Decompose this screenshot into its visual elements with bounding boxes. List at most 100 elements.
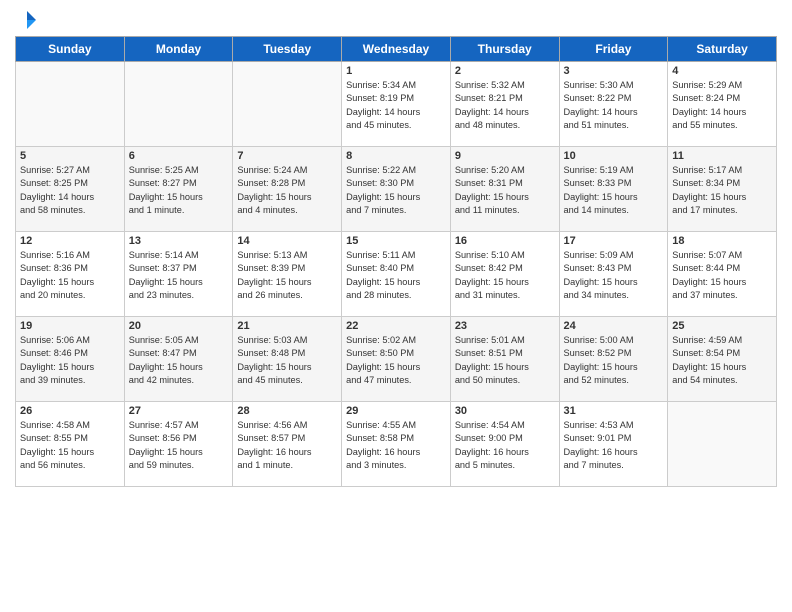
calendar-header-row: SundayMondayTuesdayWednesdayThursdayFrid… [16,37,777,62]
calendar-cell: 5 Sunrise: 5:27 AMSunset: 8:25 PMDaylight… [16,147,125,232]
calendar-cell: 25 Sunrise: 4:59 AMSunset: 8:54 PMDayligh… [668,317,777,402]
calendar-cell [233,62,342,147]
day-number: 28 [237,405,337,417]
day-info: Sunrise: 5:09 AMSunset: 8:43 PMDaylight:… [564,249,664,302]
calendar-header-monday: Monday [124,37,233,62]
calendar-cell: 26 Sunrise: 4:58 AMSunset: 8:55 PMDayligh… [16,402,125,487]
day-info: Sunrise: 4:58 AMSunset: 8:55 PMDaylight:… [20,419,120,472]
day-number: 6 [129,150,229,162]
day-info: Sunrise: 4:55 AMSunset: 8:58 PMDaylight:… [346,419,446,472]
day-info: Sunrise: 5:25 AMSunset: 8:27 PMDaylight:… [129,164,229,217]
calendar-cell: 13 Sunrise: 5:14 AMSunset: 8:37 PMDayligh… [124,232,233,317]
day-info: Sunrise: 5:06 AMSunset: 8:46 PMDaylight:… [20,334,120,387]
calendar-cell: 7 Sunrise: 5:24 AMSunset: 8:28 PMDaylight… [233,147,342,232]
day-info: Sunrise: 5:30 AMSunset: 8:22 PMDaylight:… [564,79,664,132]
day-number: 1 [346,65,446,77]
day-number: 30 [455,405,555,417]
day-info: Sunrise: 5:01 AMSunset: 8:51 PMDaylight:… [455,334,555,387]
calendar-cell: 9 Sunrise: 5:20 AMSunset: 8:31 PMDaylight… [450,147,559,232]
day-number: 31 [564,405,664,417]
calendar-cell: 3 Sunrise: 5:30 AMSunset: 8:22 PMDaylight… [559,62,668,147]
day-info: Sunrise: 5:11 AMSunset: 8:40 PMDaylight:… [346,249,446,302]
calendar-cell [124,62,233,147]
day-info: Sunrise: 5:05 AMSunset: 8:47 PMDaylight:… [129,334,229,387]
day-number: 19 [20,320,120,332]
day-info: Sunrise: 4:53 AMSunset: 9:01 PMDaylight:… [564,419,664,472]
day-number: 12 [20,235,120,247]
day-number: 18 [672,235,772,247]
day-number: 11 [672,150,772,162]
header [15,10,777,30]
day-info: Sunrise: 5:27 AMSunset: 8:25 PMDaylight:… [20,164,120,217]
day-info: Sunrise: 5:34 AMSunset: 8:19 PMDaylight:… [346,79,446,132]
logo-flag-icon [17,10,37,30]
calendar-cell: 1 Sunrise: 5:34 AMSunset: 8:19 PMDaylight… [342,62,451,147]
day-info: Sunrise: 4:54 AMSunset: 9:00 PMDaylight:… [455,419,555,472]
day-number: 9 [455,150,555,162]
day-number: 4 [672,65,772,77]
calendar-cell [668,402,777,487]
day-number: 20 [129,320,229,332]
day-info: Sunrise: 4:57 AMSunset: 8:56 PMDaylight:… [129,419,229,472]
calendar-cell: 18 Sunrise: 5:07 AMSunset: 8:44 PMDayligh… [668,232,777,317]
day-info: Sunrise: 5:10 AMSunset: 8:42 PMDaylight:… [455,249,555,302]
calendar: SundayMondayTuesdayWednesdayThursdayFrid… [15,36,777,487]
calendar-week-row: 1 Sunrise: 5:34 AMSunset: 8:19 PMDaylight… [16,62,777,147]
calendar-week-row: 19 Sunrise: 5:06 AMSunset: 8:46 PMDayligh… [16,317,777,402]
day-info: Sunrise: 5:13 AMSunset: 8:39 PMDaylight:… [237,249,337,302]
day-info: Sunrise: 5:22 AMSunset: 8:30 PMDaylight:… [346,164,446,217]
calendar-cell: 8 Sunrise: 5:22 AMSunset: 8:30 PMDaylight… [342,147,451,232]
day-number: 13 [129,235,229,247]
day-number: 15 [346,235,446,247]
calendar-cell: 19 Sunrise: 5:06 AMSunset: 8:46 PMDayligh… [16,317,125,402]
day-info: Sunrise: 5:17 AMSunset: 8:34 PMDaylight:… [672,164,772,217]
calendar-week-row: 26 Sunrise: 4:58 AMSunset: 8:55 PMDayligh… [16,402,777,487]
day-number: 7 [237,150,337,162]
day-info: Sunrise: 5:24 AMSunset: 8:28 PMDaylight:… [237,164,337,217]
day-info: Sunrise: 4:56 AMSunset: 8:57 PMDaylight:… [237,419,337,472]
day-info: Sunrise: 5:32 AMSunset: 8:21 PMDaylight:… [455,79,555,132]
day-number: 14 [237,235,337,247]
day-info: Sunrise: 5:07 AMSunset: 8:44 PMDaylight:… [672,249,772,302]
calendar-cell: 6 Sunrise: 5:25 AMSunset: 8:27 PMDaylight… [124,147,233,232]
day-number: 26 [20,405,120,417]
calendar-cell: 21Sunrise: 5:03 AMSunset: 8:48 PMDayligh… [233,317,342,402]
day-info: Sunrise: 5:14 AMSunset: 8:37 PMDaylight:… [129,249,229,302]
day-info: Sunrise: 5:20 AMSunset: 8:31 PMDaylight:… [455,164,555,217]
calendar-cell: 22 Sunrise: 5:02 AMSunset: 8:50 PMDayligh… [342,317,451,402]
day-number: 3 [564,65,664,77]
calendar-cell: 2 Sunrise: 5:32 AMSunset: 8:21 PMDaylight… [450,62,559,147]
page: SundayMondayTuesdayWednesdayThursdayFrid… [0,0,792,612]
calendar-cell: 10Sunrise: 5:19 AMSunset: 8:33 PMDayligh… [559,147,668,232]
calendar-header-friday: Friday [559,37,668,62]
calendar-header-wednesday: Wednesday [342,37,451,62]
calendar-cell: 23 Sunrise: 5:01 AMSunset: 8:51 PMDayligh… [450,317,559,402]
calendar-cell: 27Sunrise: 4:57 AMSunset: 8:56 PMDayligh… [124,402,233,487]
calendar-header-sunday: Sunday [16,37,125,62]
day-number: 23 [455,320,555,332]
day-number: 8 [346,150,446,162]
calendar-cell: 28 Sunrise: 4:56 AMSunset: 8:57 PMDayligh… [233,402,342,487]
day-info: Sunrise: 5:16 AMSunset: 8:36 PMDaylight:… [20,249,120,302]
calendar-week-row: 5 Sunrise: 5:27 AMSunset: 8:25 PMDaylight… [16,147,777,232]
day-number: 22 [346,320,446,332]
calendar-cell: 4Sunrise: 5:29 AMSunset: 8:24 PMDaylight… [668,62,777,147]
calendar-week-row: 12 Sunrise: 5:16 AMSunset: 8:36 PMDayligh… [16,232,777,317]
day-number: 21 [237,320,337,332]
day-info: Sunrise: 4:59 AMSunset: 8:54 PMDaylight:… [672,334,772,387]
calendar-cell: 17Sunrise: 5:09 AMSunset: 8:43 PMDayligh… [559,232,668,317]
day-number: 24 [564,320,664,332]
day-number: 5 [20,150,120,162]
calendar-cell [16,62,125,147]
day-number: 29 [346,405,446,417]
day-number: 25 [672,320,772,332]
day-info: Sunrise: 5:02 AMSunset: 8:50 PMDaylight:… [346,334,446,387]
day-number: 2 [455,65,555,77]
calendar-cell: 16Sunrise: 5:10 AMSunset: 8:42 PMDayligh… [450,232,559,317]
logo [15,10,37,30]
calendar-header-saturday: Saturday [668,37,777,62]
calendar-header-thursday: Thursday [450,37,559,62]
calendar-cell: 29 Sunrise: 4:55 AMSunset: 8:58 PMDayligh… [342,402,451,487]
calendar-cell: 12 Sunrise: 5:16 AMSunset: 8:36 PMDayligh… [16,232,125,317]
day-number: 10 [564,150,664,162]
